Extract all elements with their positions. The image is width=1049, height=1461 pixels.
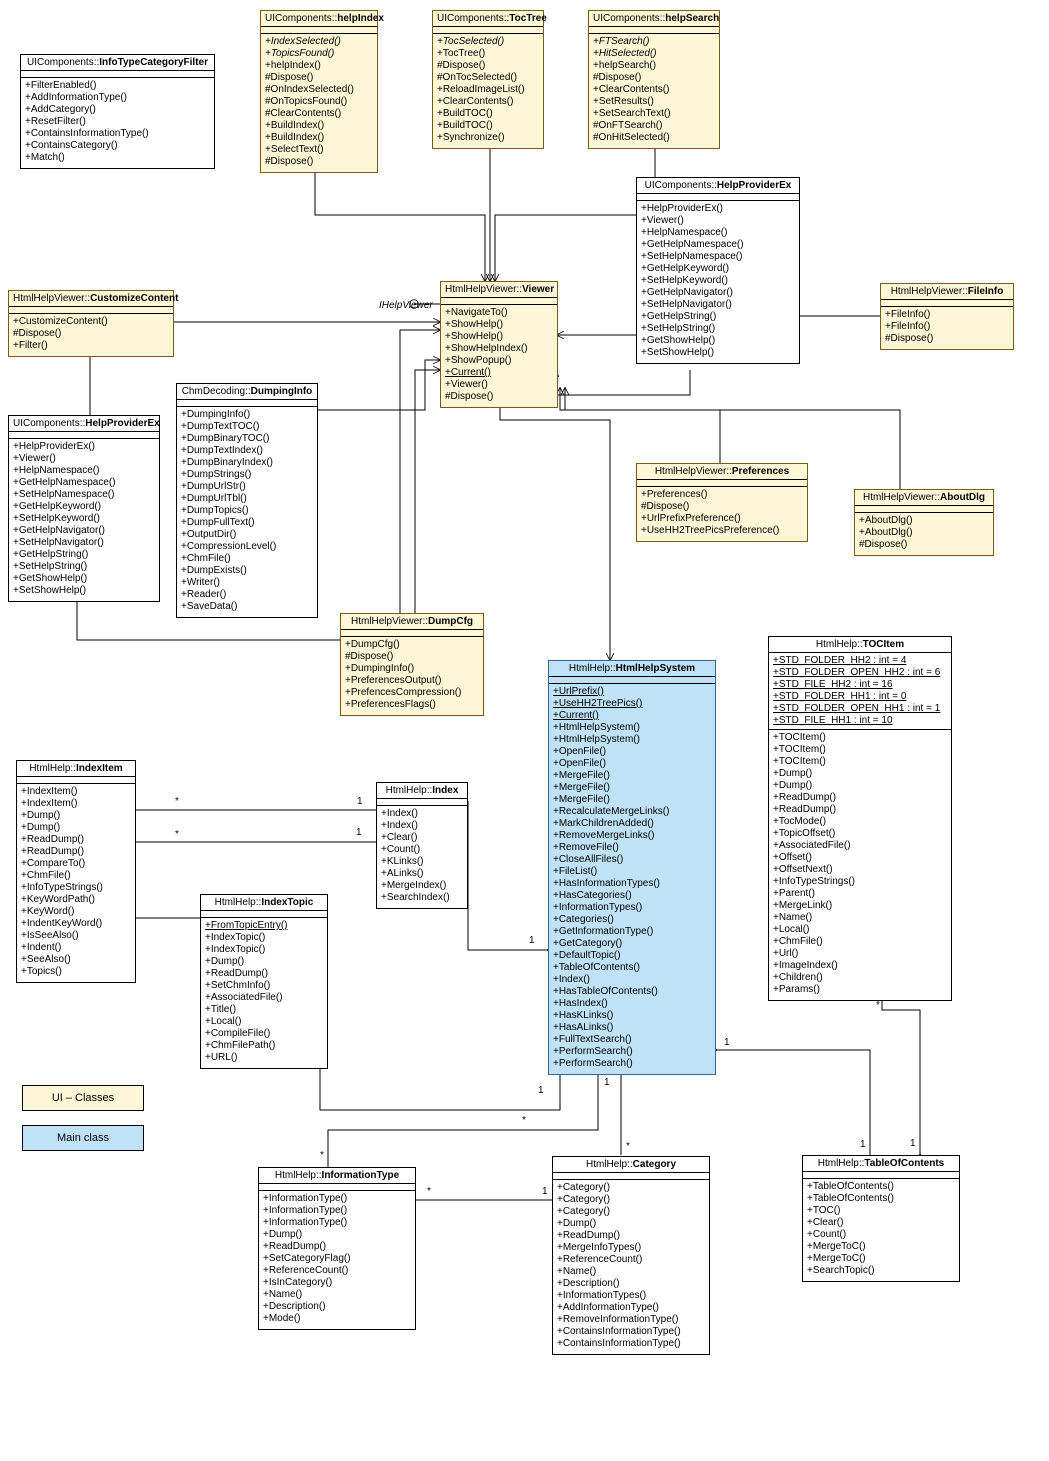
class-HelpProviderEx-left: UIComponents::HelpProviderEx +HelpProvid…	[8, 415, 160, 602]
class-Viewer: HtmlHelpViewer::Viewer +NavigateTo()+Sho…	[440, 281, 558, 408]
mult-star: *	[626, 1141, 630, 1152]
class-IndexTopic: HtmlHelp::IndexTopic +FromTopicEntry()+I…	[200, 894, 328, 1069]
class-TableOfContents: HtmlHelp::TableOfContents +TableOfConten…	[802, 1155, 960, 1282]
mult-star: *	[175, 829, 179, 840]
mult-1: 1	[910, 1138, 916, 1149]
class-DumpCfg: HtmlHelpViewer::DumpCfg +DumpCfg()#Dispo…	[340, 613, 484, 716]
class-InfoTypeCategoryFilter: UIComponents::InfoTypeCategoryFilter +Fi…	[20, 54, 215, 169]
class-TOCItem: HtmlHelp::TOCItem +STD_FOLDER_HH2 : int …	[768, 636, 952, 1001]
class-DumpingInfo: ChmDecoding::DumpingInfo +DumpingInfo()+…	[176, 383, 318, 618]
class-CustomizeContent: HtmlHelpViewer::CustomizeContent +Custom…	[8, 290, 174, 357]
legend-ui: UI – Classes	[22, 1085, 144, 1111]
mult-star: *	[175, 796, 179, 807]
mult-1: 1	[356, 827, 362, 838]
class-HelpProviderEx-right: UIComponents::HelpProviderEx +HelpProvid…	[636, 177, 800, 364]
mult-1: 1	[724, 1037, 730, 1048]
class-InformationType: HtmlHelp::InformationType +InformationTy…	[258, 1167, 416, 1330]
mult-1: 1	[860, 1139, 866, 1150]
mult-star: *	[320, 1150, 324, 1161]
mult-1: 1	[604, 1077, 610, 1088]
mult-star: *	[522, 1115, 526, 1126]
class-IndexItem: HtmlHelp::IndexItem +IndexItem()+IndexIt…	[16, 760, 136, 983]
class-AboutDlg: HtmlHelpViewer::AboutDlg +AboutDlg()+Abo…	[854, 489, 994, 556]
class-TocTree: UIComponents::TocTree +TocSelected()+Toc…	[432, 10, 544, 149]
class-helpSearch: UIComponents::helpSearch +FTSearch()+Hit…	[588, 10, 720, 149]
mult-1: 1	[357, 796, 363, 807]
mult-1: 1	[529, 935, 535, 946]
mult-1: 1	[542, 1186, 548, 1197]
class-Preferences: HtmlHelpViewer::Preferences +Preferences…	[636, 463, 808, 542]
interface-label: IHelpViewer	[379, 300, 433, 311]
class-helpIndex: UIComponents::helpIndex +IndexSelected()…	[260, 10, 378, 173]
class-FileInfo: HtmlHelpViewer::FileInfo +FileInfo()+Fil…	[880, 283, 1014, 350]
mult-star: *	[427, 1186, 431, 1197]
legend-main: Main class	[22, 1125, 144, 1151]
class-HtmlHelpSystem: HtmlHelp::HtmlHelpSystem +UrlPrefix()+Us…	[548, 660, 716, 1075]
class-Index: HtmlHelp::Index +Index()+Index()+Clear()…	[376, 782, 468, 909]
class-Category: HtmlHelp::Category +Category()+Category(…	[552, 1156, 710, 1355]
mult-star: *	[876, 1000, 880, 1011]
mult-1: 1	[538, 1085, 544, 1096]
